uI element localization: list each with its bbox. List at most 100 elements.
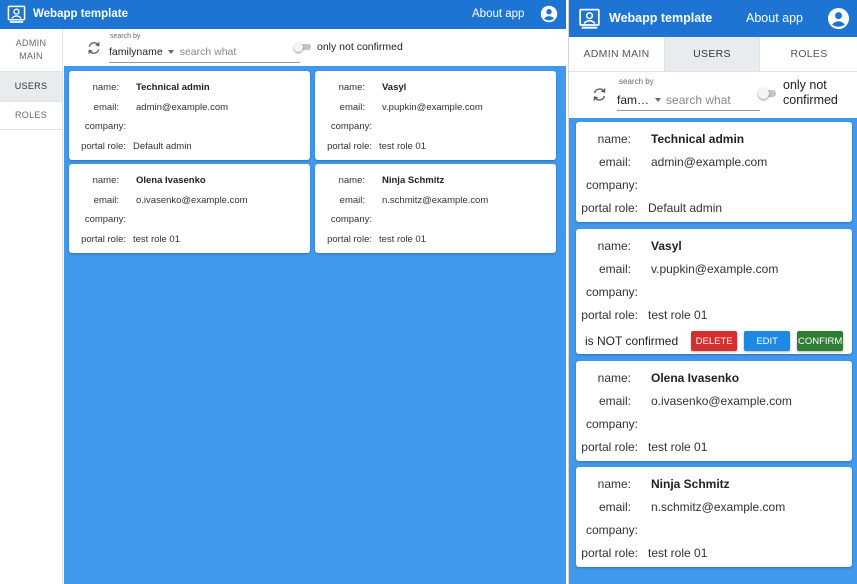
dropdown-arrow-icon (167, 50, 174, 54)
company-label: company: (330, 121, 372, 133)
user-card[interactable]: name: Technical admin email: admin@example… (69, 71, 310, 160)
delete-button[interactable]: DELETE (691, 331, 738, 351)
nav-item-users[interactable]: USERS (0, 72, 62, 102)
company-label: company: (84, 214, 126, 226)
user-card[interactable]: name: Olena Ivasenko email: o.ivasenko@exa… (69, 164, 310, 253)
portal-role-label: portal role: (327, 233, 372, 245)
account-icon[interactable] (540, 5, 558, 23)
name-label: name: (338, 175, 365, 187)
nav-item-label: ROLES (14, 110, 47, 120)
email-label: email: (598, 499, 631, 514)
user-portal-role: test role 01 (133, 233, 180, 245)
user-card[interactable]: name: Technical admin email: admin@example… (576, 122, 852, 222)
search-by-select[interactable]: familyname (109, 46, 180, 58)
portal-role-label: portal role: (81, 140, 126, 152)
user-portal-role: Default admin (648, 200, 723, 215)
app-title: Webapp template (33, 8, 128, 20)
refresh-icon[interactable] (86, 40, 102, 56)
portal-role-label: portal role: (81, 233, 126, 245)
company-label: company: (585, 416, 638, 431)
user-name: Ninja Schmitz (651, 476, 730, 491)
user-card[interactable]: name: Vasyl email: v.pupkin@example.com co… (315, 71, 556, 160)
user-name: Vasyl (382, 82, 407, 94)
user-card-selected[interactable]: name: Vasyl email: v.pupkin@example.com co… (576, 229, 852, 354)
user-email: admin@example.com (136, 101, 229, 113)
company-label: company: (585, 284, 638, 299)
user-portal-role: test role 01 (379, 140, 426, 152)
user-name: Olena Ivasenko (651, 370, 740, 385)
nav-item-label: ADMIN MAIN (15, 38, 47, 61)
tab-label: ADMIN MAIN (583, 48, 650, 60)
user-actions: is NOT confirmed DELETE EDIT CONFIRM (576, 326, 852, 356)
toggle-switch[interactable] (758, 87, 776, 99)
nav-item-roles[interactable]: ROLES (0, 102, 62, 130)
search-field: fam… (617, 89, 760, 111)
name-label: name: (597, 476, 631, 491)
toggle-thumb (758, 87, 769, 99)
email-label: email: (93, 101, 119, 113)
account-icon[interactable] (827, 7, 850, 30)
top-tabs: ADMIN MAIN USERS ROLES (569, 37, 857, 72)
email-label: email: (598, 261, 631, 276)
side-nav: ADMIN MAIN USERS ROLES (0, 29, 63, 584)
name-label: name: (92, 175, 119, 187)
search-by-value: fam… (617, 92, 650, 107)
app-title: Webapp template (609, 11, 713, 25)
company-label: company: (84, 121, 126, 133)
search-input[interactable] (179, 46, 300, 58)
search-field: familyname (109, 42, 300, 63)
about-app-link[interactable]: About app (746, 11, 803, 25)
company-label: company: (585, 522, 638, 537)
email-label: email: (339, 194, 365, 206)
user-card[interactable]: name: Ninja Schmitz email: n.schmitz@examp… (315, 164, 556, 253)
name-label: name: (597, 238, 631, 253)
search-by-label: search by (110, 33, 141, 40)
email-label: email: (93, 194, 119, 206)
company-label: company: (330, 214, 372, 226)
nav-item-admin-main[interactable]: ADMIN MAIN (0, 29, 62, 72)
name-label: name: (597, 370, 631, 385)
admin-logo-icon (579, 8, 600, 29)
portal-role-label: portal role: (581, 439, 638, 454)
search-by-value: familyname (109, 46, 163, 58)
user-name: Technical admin (136, 82, 210, 94)
confirm-button[interactable]: CONFIRM (797, 331, 844, 351)
only-not-confirmed-toggle[interactable]: only not confirmed (294, 41, 403, 53)
email-label: email: (339, 101, 365, 113)
portal-role-label: portal role: (581, 307, 638, 322)
user-card[interactable]: name: Olena Ivasenko email: o.ivasenko@exa… (576, 361, 852, 461)
refresh-icon[interactable] (591, 86, 608, 103)
toggle-switch[interactable] (294, 42, 311, 52)
email-label: email: (598, 393, 631, 408)
tab-label: ROLES (790, 48, 828, 60)
user-card[interactable]: name: Ninja Schmitz email: n.schmitz@examp… (576, 467, 852, 567)
app-bar: Webapp template About app (569, 0, 857, 37)
tab-users[interactable]: USERS (665, 37, 760, 71)
confirmation-status: is NOT confirmed (585, 334, 679, 348)
search-by-select[interactable]: fam… (617, 93, 666, 107)
user-portal-role: test role 01 (648, 307, 708, 322)
search-toolbar: search by fam… only not confirmed (569, 72, 857, 118)
app-bar: Webapp template About app (0, 0, 566, 29)
toggle-thumb (294, 42, 303, 52)
about-app-link[interactable]: About app (472, 8, 524, 20)
only-not-confirmed-toggle[interactable]: only not confirmed (758, 78, 841, 108)
mobile-view: Webapp template About app ADMIN MAIN USE… (568, 0, 857, 584)
user-email: o.ivasenko@example.com (651, 393, 792, 408)
user-portal-role: Default admin (133, 140, 192, 152)
users-grid: name: Technical admin email: admin@example… (64, 66, 566, 584)
portal-role-label: portal role: (327, 140, 372, 152)
tab-admin-main[interactable]: ADMIN MAIN (569, 37, 665, 71)
desktop-view: Webapp template About app ADMIN MAIN USE… (0, 0, 566, 584)
user-portal-role: test role 01 (648, 439, 708, 454)
toggle-label: only not confirmed (317, 41, 403, 53)
search-input[interactable] (666, 92, 737, 107)
tab-label: USERS (693, 48, 731, 60)
portal-role-label: portal role: (581, 200, 638, 215)
user-email: v.pupkin@example.com (382, 101, 483, 113)
company-label: company: (585, 177, 638, 192)
users-list: name: Technical admin email: admin@example… (569, 118, 857, 584)
tab-roles[interactable]: ROLES (760, 37, 857, 71)
user-email: n.schmitz@example.com (651, 499, 786, 514)
edit-button[interactable]: EDIT (744, 331, 791, 351)
